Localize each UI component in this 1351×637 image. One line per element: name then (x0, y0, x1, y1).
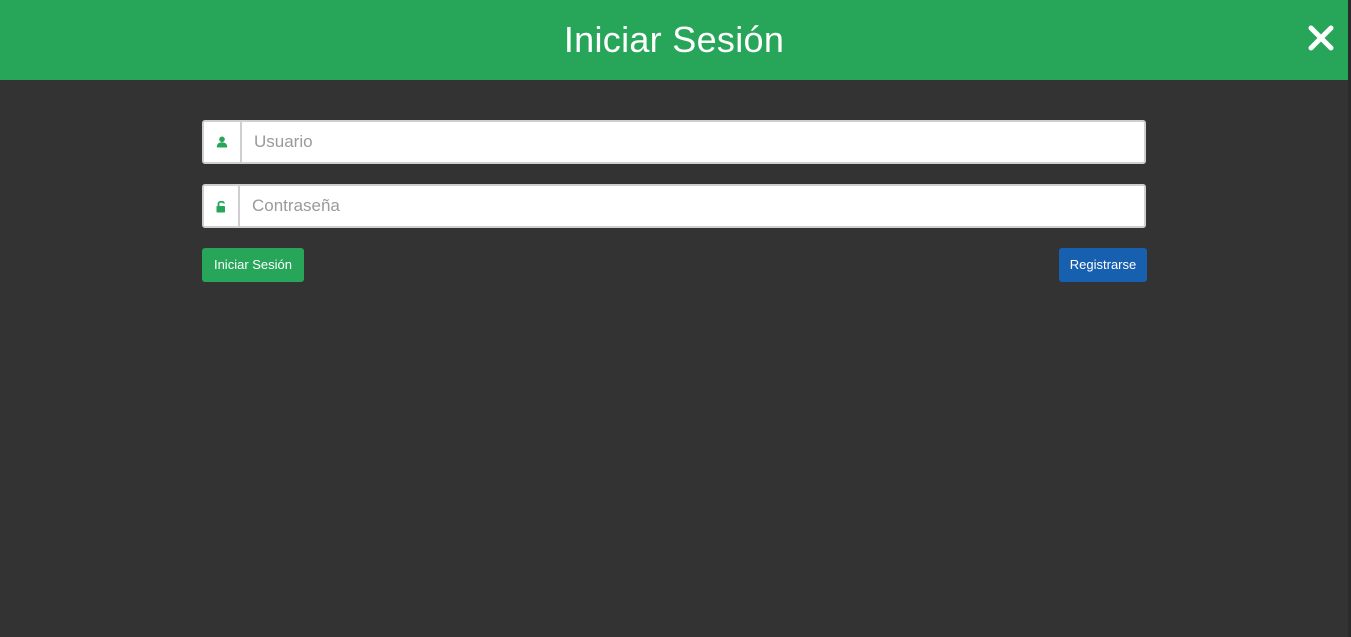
login-modal: Iniciar Sesión Iniciar Sesión Registrars… (0, 0, 1348, 637)
password-input[interactable] (240, 186, 1144, 226)
unlock-icon (216, 200, 225, 212)
username-field-group (202, 120, 1146, 164)
register-button[interactable]: Registrarse (1059, 248, 1147, 282)
password-addon (204, 186, 240, 226)
username-input[interactable] (242, 122, 1144, 162)
login-button[interactable]: Iniciar Sesión (202, 248, 304, 282)
user-icon (216, 136, 228, 148)
username-addon (204, 122, 242, 162)
close-icon (1308, 25, 1334, 51)
close-button[interactable] (1306, 23, 1336, 53)
modal-title: Iniciar Sesión (563, 19, 785, 60)
modal-header: Iniciar Sesión (0, 0, 1348, 80)
password-field-group (202, 184, 1146, 228)
